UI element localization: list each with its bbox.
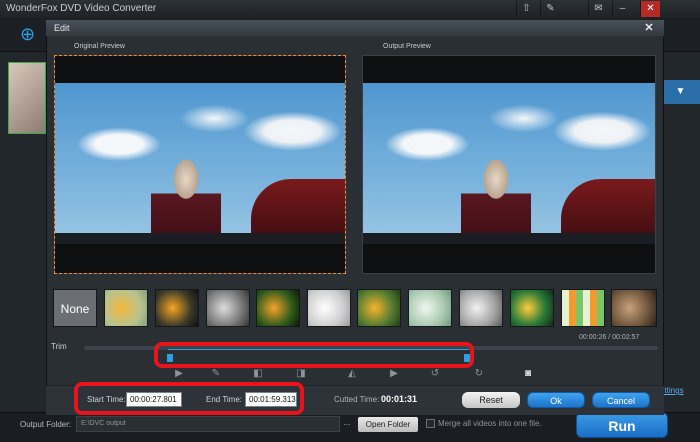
- output-folder-field[interactable]: E:\DVC output: [76, 416, 340, 432]
- person-figure: [461, 151, 531, 244]
- mark-in-icon[interactable]: ◧: [251, 368, 265, 380]
- rotate-right-icon[interactable]: ↻: [472, 368, 486, 380]
- minimize-icon[interactable]: –: [612, 1, 632, 17]
- effect-thumb[interactable]: [307, 289, 351, 327]
- original-video-frame: [55, 83, 345, 244]
- trim-label: Trim: [51, 342, 67, 351]
- output-folder-label: Output Folder:: [20, 420, 72, 429]
- mark-out-icon[interactable]: ◨: [294, 368, 308, 380]
- settings-link[interactable]: ettings: [660, 386, 700, 395]
- next-icon[interactable]: ▶: [387, 368, 401, 380]
- output-preview-label: Output Preview: [383, 43, 431, 50]
- end-time-input[interactable]: 00:01:59.313: [245, 392, 297, 407]
- effect-thumb[interactable]: [459, 289, 503, 327]
- video-thumbnail[interactable]: [8, 62, 46, 134]
- dialog-title: Edit: [54, 23, 70, 33]
- upload-icon[interactable]: ⇧: [516, 1, 536, 17]
- merge-checkbox[interactable]: [426, 419, 435, 428]
- output-preview: [362, 55, 656, 274]
- trim-highlight-box: [154, 342, 474, 368]
- close-icon[interactable]: ✕: [640, 1, 660, 17]
- original-preview-label: Original Preview: [74, 43, 125, 50]
- effect-none[interactable]: None: [53, 289, 97, 327]
- add-files-icon[interactable]: ⊕: [20, 24, 38, 46]
- ok-button[interactable]: Ok: [527, 392, 585, 408]
- effect-thumb[interactable]: [104, 289, 148, 327]
- original-preview[interactable]: [54, 55, 346, 274]
- effect-thumb[interactable]: [510, 289, 554, 327]
- reset-button[interactable]: Reset: [462, 392, 520, 408]
- play-icon[interactable]: ▶: [172, 368, 186, 380]
- chevron-down-icon[interactable]: ▼: [661, 80, 700, 104]
- edit-icon[interactable]: ✎: [209, 368, 223, 380]
- cancel-button[interactable]: Cancel: [592, 392, 650, 408]
- open-folder-button[interactable]: Open Folder: [358, 417, 418, 432]
- cutted-time-label: Cutted Time:: [334, 395, 380, 404]
- effect-thumb[interactable]: [611, 289, 657, 327]
- wrench-icon[interactable]: ✎: [540, 1, 560, 17]
- rotate-left-icon[interactable]: ↺: [428, 368, 442, 380]
- effect-thumb[interactable]: [561, 289, 605, 327]
- end-time-label: End Time:: [206, 395, 243, 404]
- dialog-close-icon[interactable]: ✕: [642, 21, 656, 35]
- chat-icon[interactable]: ✉: [588, 1, 608, 17]
- time-readout: 00:00:26 / 00:02:57: [579, 334, 640, 341]
- flip-icon[interactable]: ◭: [345, 368, 359, 380]
- start-time-label: Start Time:: [87, 395, 126, 404]
- browse-button[interactable]: ...: [340, 416, 354, 432]
- run-button[interactable]: Run: [576, 412, 668, 438]
- dialog-titlebar[interactable]: [46, 20, 664, 36]
- merge-label: Merge all videos into one file.: [438, 419, 542, 428]
- start-time-input[interactable]: 00:00:27.801: [126, 392, 182, 407]
- effect-thumb[interactable]: [408, 289, 452, 327]
- app-window: WonderFox DVD Video Converter ⇧ ✎ ✉ – ✕ …: [0, 0, 700, 442]
- effect-thumb[interactable]: [357, 289, 401, 327]
- snapshot-icon[interactable]: ◙: [521, 368, 535, 380]
- app-title: WonderFox DVD Video Converter: [6, 3, 157, 14]
- effect-thumb[interactable]: [206, 289, 250, 327]
- person-figure: [151, 151, 221, 244]
- cutted-time-value: 00:01:31: [381, 394, 418, 404]
- output-video-frame: [363, 83, 655, 244]
- effect-thumb[interactable]: [155, 289, 199, 327]
- effect-thumb[interactable]: [256, 289, 300, 327]
